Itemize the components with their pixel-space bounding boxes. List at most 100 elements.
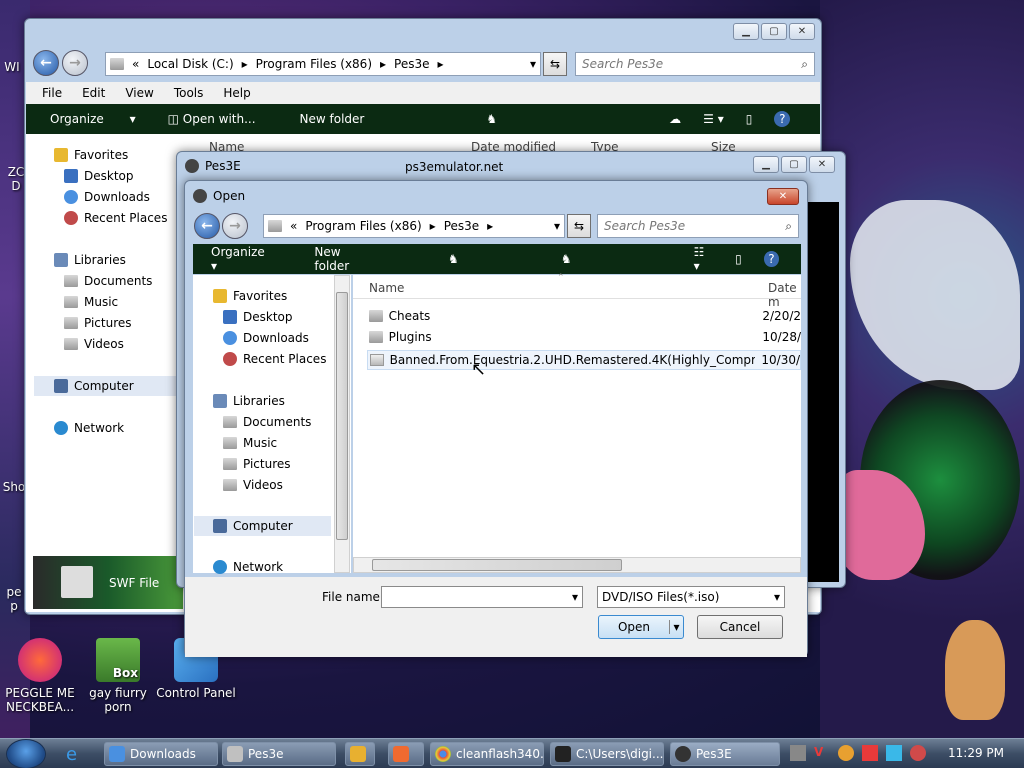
breadcrumb-program-files[interactable]: Program Files (x86) <box>256 57 372 71</box>
taskbar-item-7zip[interactable]: C:\Users\digi... <box>550 742 664 766</box>
chevron-down-icon[interactable]: ▾ <box>669 620 683 634</box>
file-name-input[interactable]: ▾ <box>381 586 583 608</box>
close-icon[interactable]: ✕ <box>789 23 815 40</box>
help-icon[interactable]: ? <box>763 251 779 267</box>
nav-music[interactable]: Music <box>223 436 277 450</box>
file-type-select[interactable]: DVD/ISO Files(*.iso) ▾ <box>597 586 785 608</box>
cancel-button[interactable]: Cancel <box>697 615 783 639</box>
view-options-icon[interactable]: ☷ ▾ <box>694 245 714 273</box>
taskbar-item-downloads[interactable]: Downloads <box>104 742 218 766</box>
nav-computer[interactable]: Computer <box>194 516 331 536</box>
file-row[interactable]: Plugins 10/28/ <box>369 330 801 344</box>
menu-edit[interactable]: Edit <box>82 86 105 100</box>
nav-recent-places[interactable]: Recent Places <box>223 352 326 366</box>
breadcrumb-pes3e[interactable]: Pes3e <box>394 57 429 71</box>
nav-music[interactable]: Music <box>64 295 118 309</box>
menu-help[interactable]: Help <box>223 86 250 100</box>
new-folder-button[interactable]: New folder <box>300 112 365 126</box>
close-icon[interactable]: ✕ <box>767 188 799 205</box>
refresh-icon[interactable]: ⇆ <box>567 214 591 238</box>
taskbar-item-pes3e-folder[interactable]: Pes3e <box>222 742 336 766</box>
open-with-button[interactable]: ◫ Open with... <box>168 112 278 126</box>
desktop-icon-furry[interactable]: Box gay fiurry porn <box>78 638 158 714</box>
nav-favorites[interactable]: Favorites <box>213 289 287 303</box>
chevron-down-icon[interactable]: ▾ <box>572 590 578 604</box>
hscrollbar-thumb[interactable] <box>372 559 622 571</box>
minimize-icon[interactable]: ▁ <box>733 23 759 40</box>
chevron-down-icon[interactable]: ▾ <box>554 219 560 233</box>
nav-pictures[interactable]: Pictures <box>64 316 132 330</box>
tray-icon-1[interactable] <box>790 745 806 761</box>
file-row-hover[interactable]: Banned.From.Equestria.2.UHD.Remastered.4… <box>367 350 801 370</box>
menu-tools[interactable]: Tools <box>174 86 204 100</box>
file-row[interactable]: Cheats 2/20/2 <box>369 309 801 323</box>
taskbar-item-app[interactable] <box>388 742 424 766</box>
flag-icon[interactable] <box>862 745 878 761</box>
ie-icon[interactable]: e <box>66 744 88 765</box>
breadcrumb-local-disk[interactable]: Local Disk (C:) <box>147 57 233 71</box>
nav-favorites[interactable]: Favorites <box>54 148 128 162</box>
nav-videos[interactable]: Videos <box>223 478 283 492</box>
start-button[interactable] <box>6 739 46 768</box>
open-dialog-address-bar[interactable]: « Program Files (x86) ▸ Pes3e ▸ ▾ <box>263 214 565 238</box>
nav-scrollbar-thumb[interactable] <box>336 292 348 540</box>
network-tray-icon[interactable] <box>886 745 902 761</box>
volume-icon[interactable] <box>910 745 926 761</box>
nav-downloads[interactable]: Downloads <box>64 190 150 204</box>
chevron-down-icon[interactable]: ▾ <box>774 590 780 604</box>
nav-videos[interactable]: Videos <box>64 337 124 351</box>
refresh-icon[interactable]: ⇆ <box>543 52 567 76</box>
organize-button[interactable]: Organize ▾ <box>211 245 292 273</box>
preview-pane-icon[interactable]: ▯ <box>735 252 742 266</box>
nav-documents[interactable]: Documents <box>223 415 311 429</box>
breadcrumb-pes3e[interactable]: Pes3e <box>444 219 479 233</box>
nav-recent-places[interactable]: Recent Places <box>64 211 167 225</box>
open-button[interactable]: Open ▾ <box>598 615 684 639</box>
nav-libraries[interactable]: Libraries <box>54 253 126 267</box>
explorer-search-input[interactable]: Search Pes3e ⌕ <box>575 52 815 76</box>
open-dialog-search-input[interactable]: Search Pes3e ⌕ <box>597 214 799 238</box>
nav-desktop[interactable]: Desktop <box>223 310 293 324</box>
tray-icon-3[interactable] <box>838 745 854 761</box>
nav-pictures[interactable]: Pictures <box>223 457 291 471</box>
taskbar-item-chrome[interactable]: cleanflash340... <box>430 742 544 766</box>
help-icon[interactable]: ? <box>774 111 791 127</box>
nav-network[interactable]: Network <box>54 421 124 435</box>
nav-libraries[interactable]: Libraries <box>213 394 285 408</box>
explorer-address-bar[interactable]: « Local Disk (C:) ▸ Program Files (x86) ▸ … <box>105 52 541 76</box>
nav-network[interactable]: Network <box>213 560 283 574</box>
taskbar-item-media[interactable] <box>345 742 375 766</box>
clock[interactable]: 11:29 PM <box>948 746 1004 760</box>
preview-pane-icon[interactable]: ▯ <box>746 112 753 126</box>
forward-button[interactable]: → <box>62 50 88 76</box>
nav-documents[interactable]: Documents <box>64 274 152 288</box>
file-date: 10/28/ <box>762 330 801 344</box>
back-button[interactable]: ← <box>194 213 220 239</box>
organize-button[interactable]: Organize ▾ <box>50 112 136 126</box>
taskbar-item-pes3e[interactable]: Pes3E <box>670 742 780 766</box>
column-name[interactable]: Name <box>369 281 404 295</box>
forward-button[interactable]: → <box>222 213 248 239</box>
nav-scrollbar[interactable] <box>334 275 350 573</box>
menu-file[interactable]: File <box>42 86 62 100</box>
view-options-icon[interactable]: ☰ ▾ <box>703 112 724 126</box>
maximize-icon[interactable]: ▢ <box>761 23 787 40</box>
desktop-icon-peggle[interactable]: PEGGLE ME NECKBEA... <box>0 638 80 714</box>
chevron-down-icon[interactable]: ▾ <box>530 57 536 71</box>
column-date[interactable]: Date m <box>768 281 801 309</box>
maximize-icon[interactable]: ▢ <box>781 156 807 173</box>
back-button[interactable]: ← <box>33 50 59 76</box>
minimize-icon[interactable]: ▁ <box>753 156 779 173</box>
close-icon[interactable]: ✕ <box>809 156 835 173</box>
file-list-hscrollbar[interactable] <box>353 557 801 573</box>
pes3e-app-icon <box>193 189 207 203</box>
nav-desktop[interactable]: Desktop <box>64 169 134 183</box>
nav-downloads[interactable]: Downloads <box>223 331 309 345</box>
pony-icon: ♞ <box>486 112 498 126</box>
new-folder-button[interactable]: New folder <box>314 245 376 273</box>
menu-view[interactable]: View <box>125 86 153 100</box>
nav-computer[interactable]: Computer <box>34 376 178 396</box>
breadcrumb-program-files[interactable]: Program Files (x86) <box>305 219 421 233</box>
open-dialog[interactable]: Open ✕ ← → « Program Files (x86) ▸ Pes3e ▸… <box>184 180 808 657</box>
tray-icon-v[interactable]: V <box>814 745 830 761</box>
